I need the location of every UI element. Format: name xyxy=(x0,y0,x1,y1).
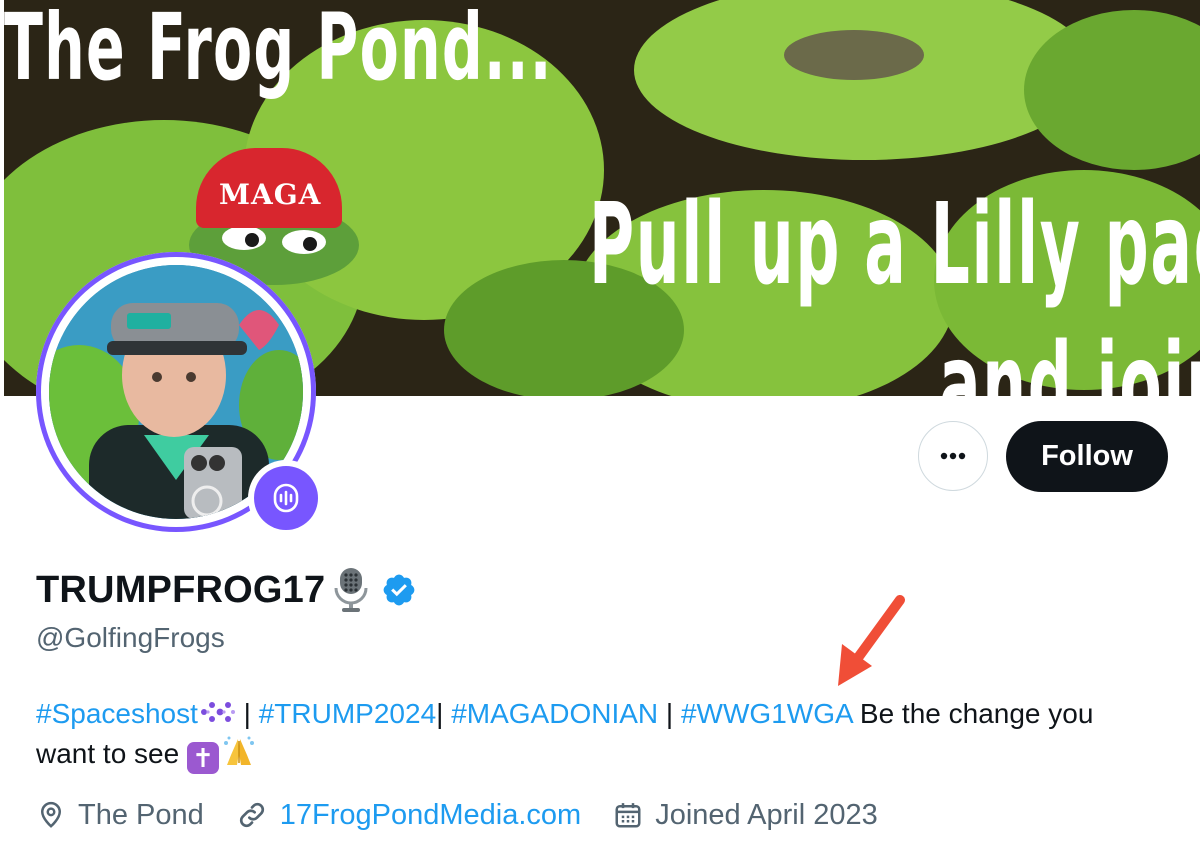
joined-item: Joined April 2023 xyxy=(613,799,878,832)
calendar-icon xyxy=(615,803,641,828)
banner-subtitle: Pull up a Lilly pad xyxy=(589,180,1200,310)
banner-title: The Frog Pond... xyxy=(4,0,553,101)
website-item[interactable]: 17FrogPondMedia.com xyxy=(236,799,581,832)
location-pin-icon xyxy=(40,801,62,828)
hashtag-link[interactable]: #Spaceshost xyxy=(36,698,198,729)
bio-separator: | xyxy=(658,698,681,729)
ellipsis-icon xyxy=(940,452,966,460)
joined-date: Joined April 2023 xyxy=(655,798,878,831)
bio-separator: | xyxy=(235,698,259,729)
display-name: TRUMPFROG17 xyxy=(36,568,326,611)
sparkle-dots-icon xyxy=(200,702,235,722)
more-button[interactable] xyxy=(918,421,988,491)
spaces-host-badge[interactable] xyxy=(248,460,324,536)
banner-hat-text: MAGA xyxy=(219,178,322,211)
website-link[interactable]: 17FrogPondMedia.com xyxy=(280,799,581,832)
spaces-waveform-icon xyxy=(273,483,299,513)
profile-bio: #Spaceshost | #TRUMP2024| #MAGADONIAN | … xyxy=(36,694,1156,774)
profile-meta-row: The Pond 17FrogPondMedia.com Joined Apri… xyxy=(36,793,910,837)
profile-handle: @GolfingFrogs xyxy=(36,622,225,653)
microphone-icon xyxy=(334,568,368,612)
hashtag-link[interactable]: #MAGADONIAN xyxy=(451,698,658,729)
hashtag-link[interactable]: #TRUMP2024 xyxy=(259,698,436,729)
banner-subtitle-continued: and join xyxy=(939,320,1200,396)
link-icon xyxy=(239,802,264,828)
annotation-arrow-icon xyxy=(838,595,905,686)
verified-badge-icon[interactable] xyxy=(381,572,417,608)
folded-hands-icon xyxy=(223,736,254,765)
hashtag-link[interactable]: #WWG1WGA xyxy=(681,698,852,729)
location-item: The Pond xyxy=(36,799,204,832)
profile-name-row: TRUMPFROG17 xyxy=(36,566,417,614)
bio-separator: | xyxy=(436,698,452,729)
latin-cross-icon: ✝ xyxy=(186,742,219,774)
follow-button[interactable]: Follow xyxy=(1006,421,1168,492)
location-text: The Pond xyxy=(78,798,204,831)
